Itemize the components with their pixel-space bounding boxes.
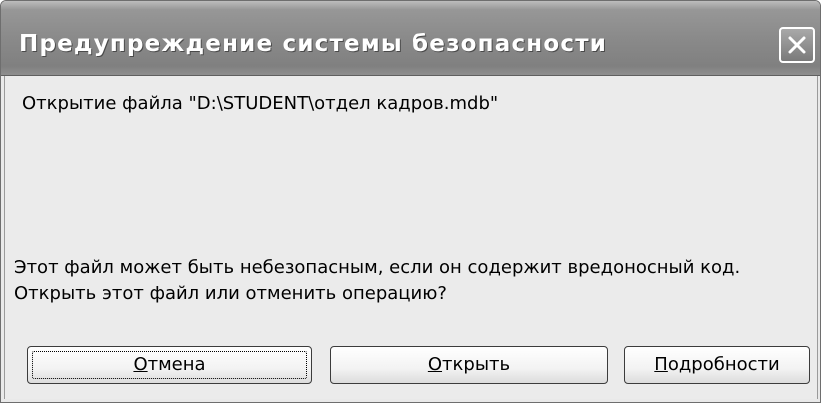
close-icon xyxy=(788,36,806,54)
dialog-body: Открытие файла "D:\STUDENT\отдел кадров.… xyxy=(4,76,818,399)
cancel-label-rest: тмена xyxy=(147,354,206,375)
warning-message: Этот файл может быть небезопасным, если … xyxy=(14,257,741,278)
question-message: Открыть этот файл или отменить операцию? xyxy=(14,283,447,304)
details-label-rest: одробности xyxy=(667,354,780,375)
cancel-mnemonic: О xyxy=(133,354,148,375)
details-button[interactable]: Подробности xyxy=(624,346,810,384)
open-button-label: Открыть xyxy=(428,354,510,375)
close-button[interactable] xyxy=(779,27,815,63)
open-button[interactable]: Открыть xyxy=(330,346,608,384)
cancel-button-label: Отмена xyxy=(133,354,205,375)
dialog-title: Предупреждение системы безопасности xyxy=(19,31,608,57)
open-mnemonic: О xyxy=(427,354,443,375)
cancel-button[interactable]: Отмена xyxy=(27,346,312,384)
details-mnemonic: П xyxy=(654,354,668,375)
title-bar[interactable]: Предупреждение системы безопасности xyxy=(1,1,820,76)
security-warning-dialog: Предупреждение системы безопасности Откр… xyxy=(0,0,821,403)
details-button-label: Подробности xyxy=(654,354,779,375)
file-path-message: Открытие файла "D:\STUDENT\отдел кадров.… xyxy=(22,93,499,114)
open-label-rest: ткрыть xyxy=(442,354,511,375)
